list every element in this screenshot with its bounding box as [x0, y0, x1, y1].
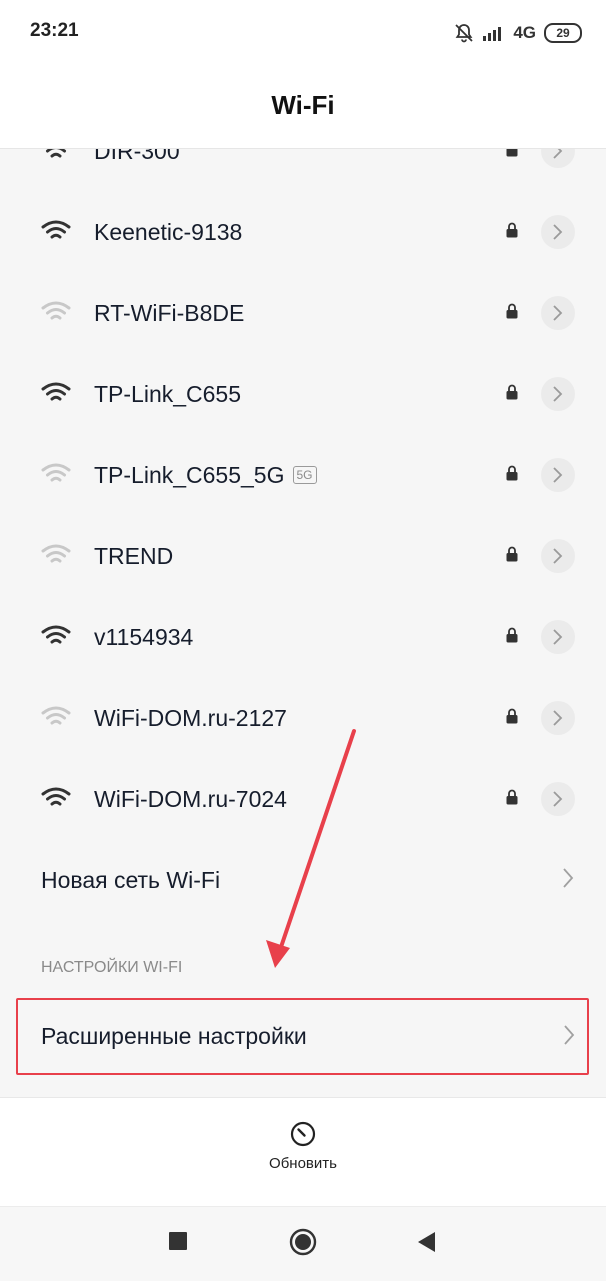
page-title: Wi-Fi [271, 90, 335, 120]
lock-icon [506, 708, 518, 724]
wifi-signal-icon [41, 787, 71, 806]
status-bar: 23:21 4G 29 [0, 0, 606, 66]
network-item[interactable]: v1154934 [0, 597, 606, 678]
lock-icon [506, 627, 518, 643]
network-details-button[interactable] [541, 539, 575, 573]
app-bar: Wi-Fi [0, 66, 606, 149]
signal-icon [483, 27, 502, 41]
network-type: 4G [513, 23, 536, 42]
ssid-text: TP-Link_C655_5G [94, 462, 285, 488]
lock-icon [506, 789, 518, 805]
network-ssid: Keenetic-9138 [94, 219, 242, 246]
network-details-button[interactable] [541, 296, 575, 330]
refresh-label: Обновить [269, 1155, 337, 1172]
chevron-right-icon [553, 710, 563, 726]
chevron-right-icon [553, 791, 563, 807]
ssid-text: WiFi-DOM.ru-2127 [94, 705, 287, 731]
network-ssid: RT-WiFi-B8DE [94, 300, 244, 327]
network-details-button[interactable] [541, 782, 575, 816]
back-triangle-icon[interactable] [417, 1231, 437, 1253]
lock-icon [506, 546, 518, 562]
system-nav-bar [0, 1206, 606, 1281]
lock-icon [506, 303, 518, 319]
ssid-text: WiFi-DOM.ru-7024 [94, 786, 287, 812]
bottom-action-bar: Обновить [0, 1097, 606, 1206]
network-item[interactable]: WiFi-DOM.ru-2127 [0, 678, 606, 759]
network-details-button[interactable] [541, 377, 575, 411]
wifi-signal-icon [41, 301, 71, 320]
network-ssid: TP-Link_C655_5G 5G [94, 462, 317, 489]
wifi-signal-icon [41, 382, 71, 401]
ssid-text: Keenetic-9138 [94, 219, 243, 245]
home-circle-icon[interactable] [289, 1228, 317, 1256]
chevron-right-icon [553, 548, 563, 564]
network-item[interactable]: TREND [0, 516, 606, 597]
network-details-button[interactable] [541, 701, 575, 735]
network-item[interactable]: WiFi-DOM.ru-7024 [0, 759, 606, 840]
lock-icon [506, 465, 518, 481]
chevron-right-icon [553, 467, 563, 483]
ssid-text: RT-WiFi-B8DE [94, 300, 245, 326]
network-list[interactable]: DIR-300 Keenetic-9138 RT-WiFi-B8DE TP-Link_… [0, 111, 606, 840]
chevron-right-icon [553, 629, 563, 645]
lock-icon [506, 222, 518, 238]
advanced-settings-label: Расширенные настройки [41, 1023, 307, 1049]
refresh-button[interactable]: Обновить [253, 1120, 353, 1184]
chevron-right-icon [563, 868, 574, 888]
network-details-button[interactable] [541, 215, 575, 249]
band-badge: 5G [292, 466, 317, 484]
recents-square-icon[interactable] [168, 1231, 188, 1251]
network-ssid: TP-Link_C655 [94, 381, 241, 408]
network-ssid: v1154934 [94, 624, 193, 651]
ssid-text: v1154934 [94, 624, 194, 650]
network-item[interactable]: TP-Link_C655 [0, 354, 606, 435]
ssid-text: TREND [94, 543, 174, 569]
network-item[interactable]: TP-Link_C655_5G 5G [0, 435, 606, 516]
network-details-button[interactable] [541, 458, 575, 492]
network-item[interactable]: Keenetic-9138 [0, 192, 606, 273]
network-ssid: WiFi-DOM.ru-7024 [94, 786, 287, 813]
lock-icon [506, 384, 518, 400]
wifi-signal-icon [41, 220, 71, 239]
battery-level: 29 [556, 26, 570, 40]
refresh-icon [290, 1121, 316, 1147]
add-network-label: Новая сеть Wi-Fi [41, 867, 221, 893]
muted-bell-icon [455, 24, 473, 43]
chevron-right-icon [553, 386, 563, 402]
section-header-wifi-settings: НАСТРОЙКИ WI-FI [41, 959, 183, 976]
wifi-signal-icon [41, 706, 71, 725]
status-time: 23:21 [30, 20, 79, 41]
wifi-signal-icon [41, 463, 71, 482]
network-item[interactable]: RT-WiFi-B8DE [0, 273, 606, 354]
chevron-right-icon [553, 305, 563, 321]
add-network-item[interactable]: Новая сеть Wi-Fi [0, 840, 606, 920]
chevron-right-icon [553, 224, 563, 240]
network-ssid: WiFi-DOM.ru-2127 [94, 705, 287, 732]
chevron-right-icon [564, 1025, 575, 1045]
advanced-settings-item[interactable]: Расширенные настройки [16, 998, 589, 1075]
network-ssid: TREND [94, 543, 173, 570]
wifi-signal-icon [41, 625, 71, 644]
status-icons: 4G 29 [453, 20, 582, 46]
wifi-signal-icon [41, 544, 71, 563]
battery-icon: 29 [544, 23, 582, 43]
ssid-text: TP-Link_C655 [94, 381, 242, 407]
network-details-button[interactable] [541, 620, 575, 654]
